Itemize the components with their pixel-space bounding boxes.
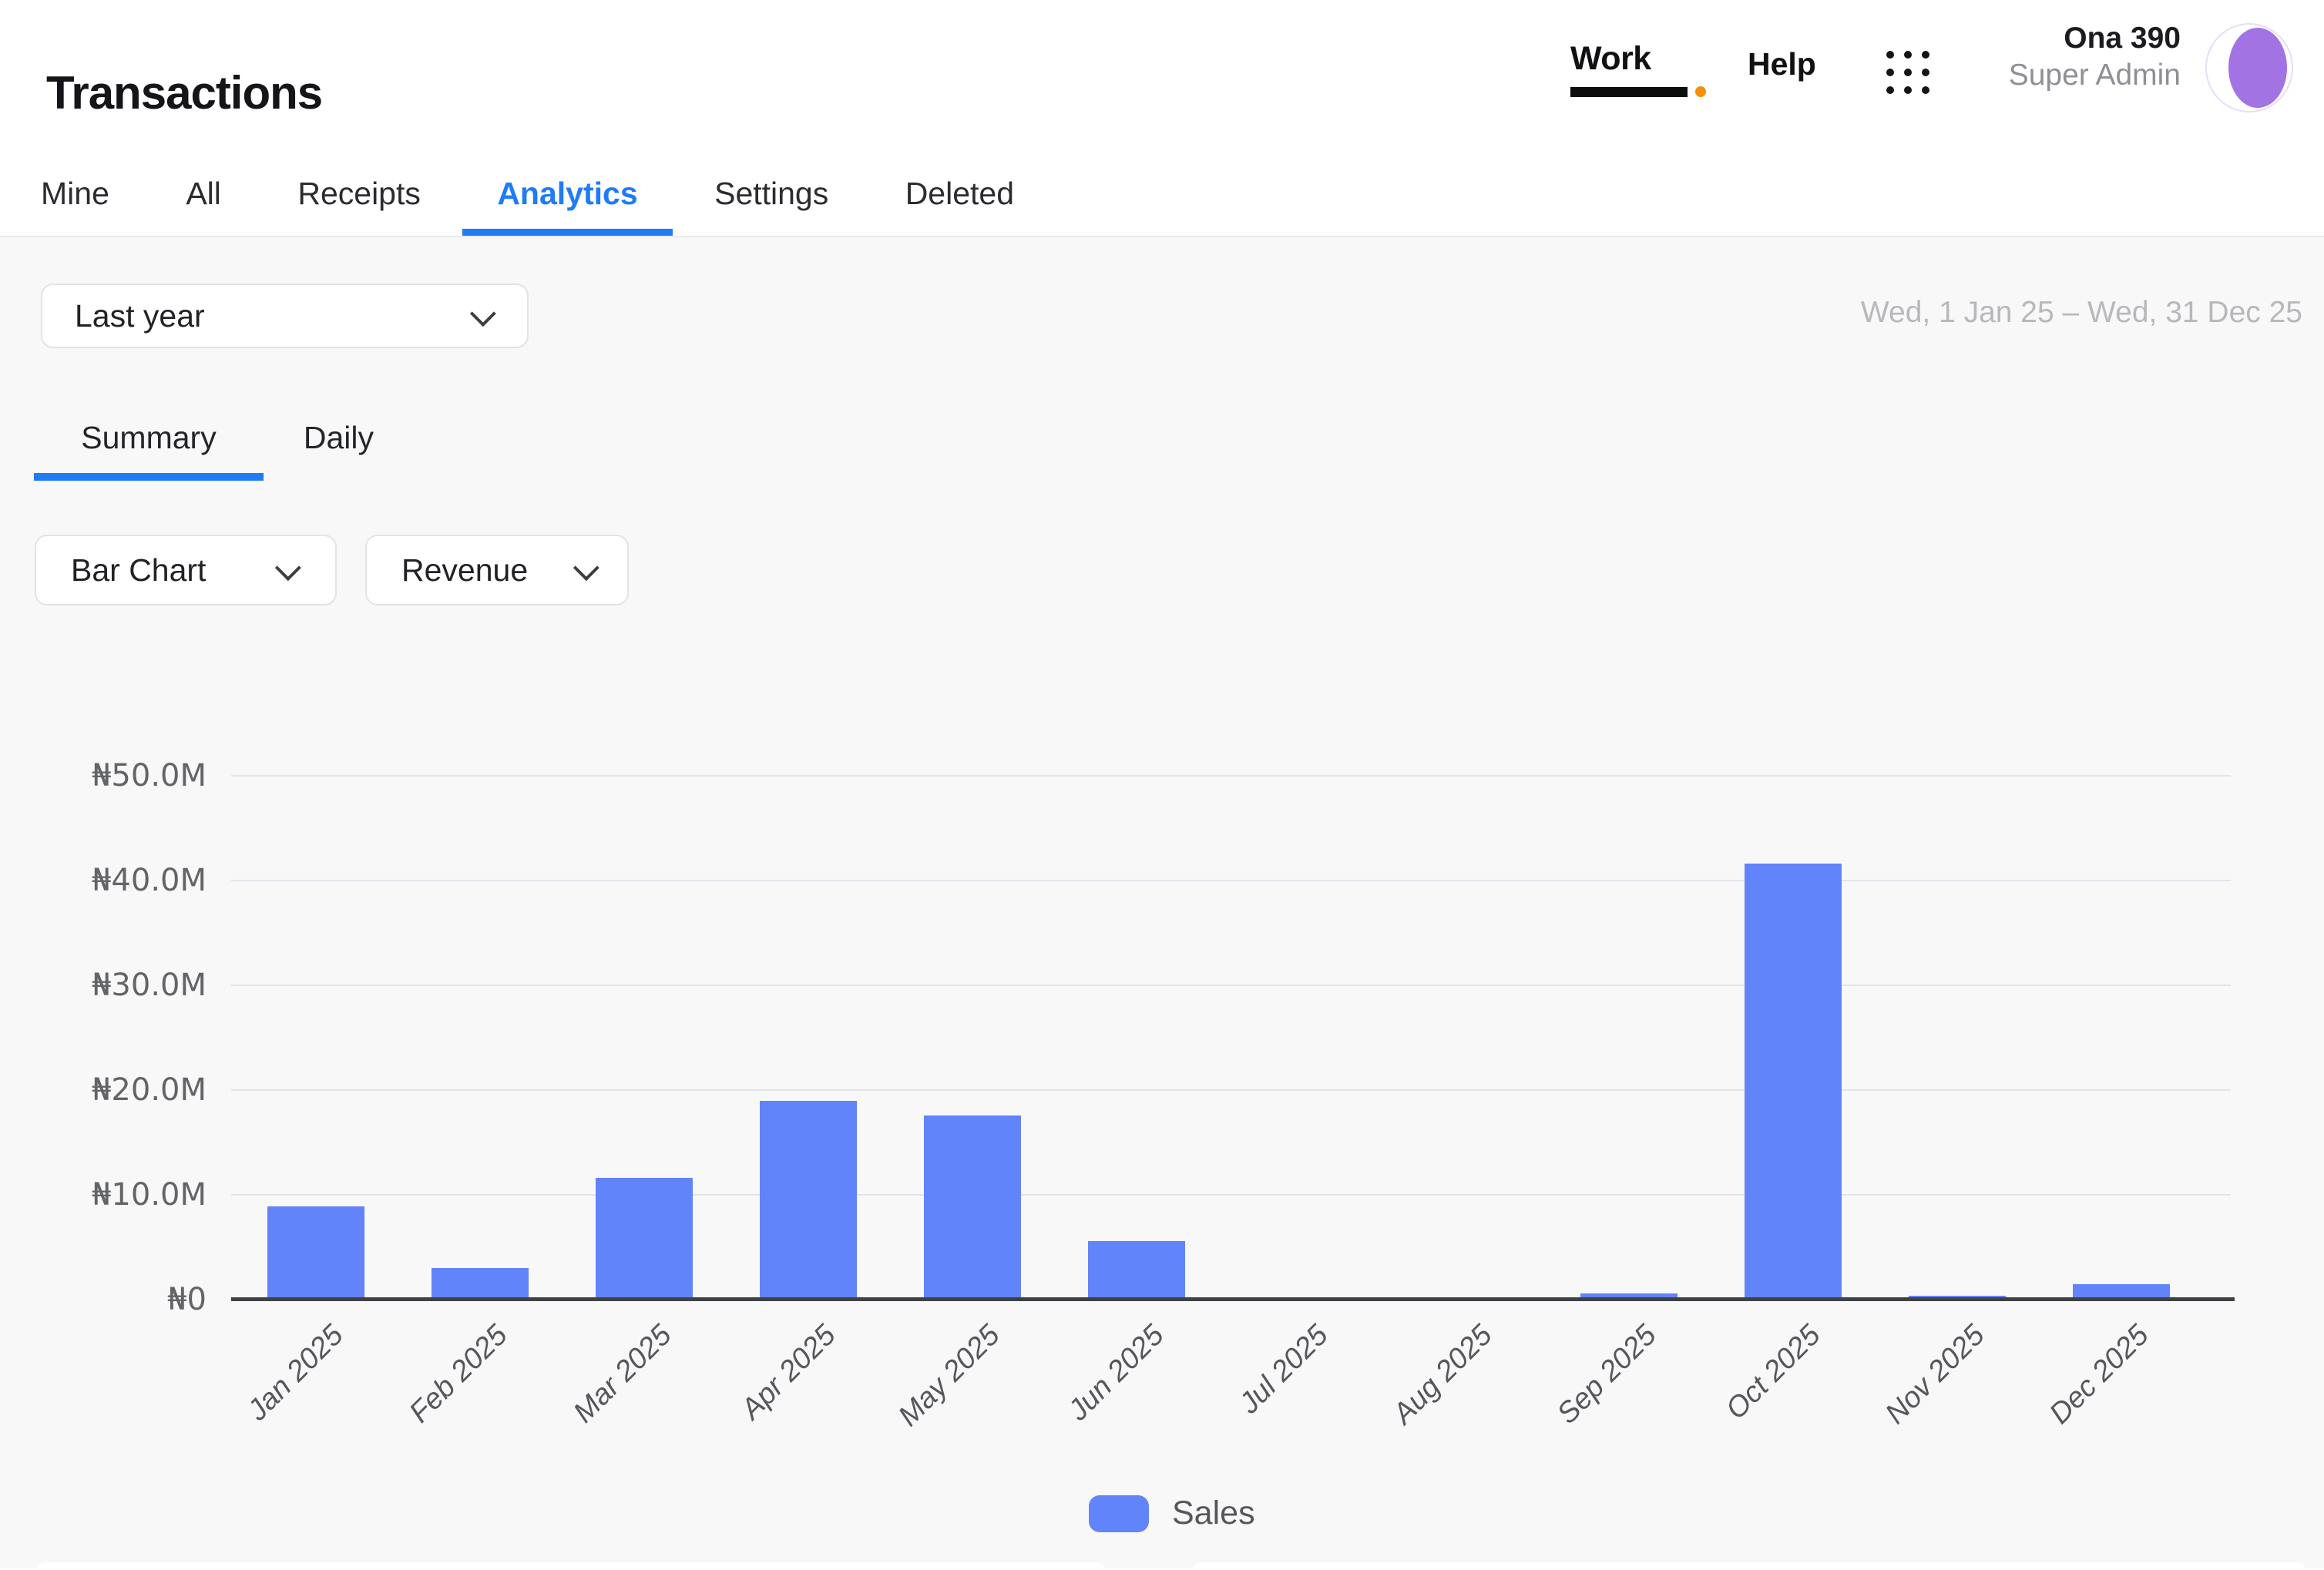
bar-nov-2025[interactable]	[1909, 1296, 2006, 1300]
bar-oct-2025[interactable]	[1745, 864, 1842, 1300]
help-link[interactable]: Help	[1748, 46, 1816, 82]
avatar-blob	[2228, 28, 2287, 108]
bar-feb-2025[interactable]	[432, 1268, 529, 1300]
subtab-bar: Summary Daily	[34, 405, 396, 470]
work-nav[interactable]: Work	[1570, 40, 1688, 97]
metric-select-value: Revenue	[401, 552, 528, 589]
tab-bar: Mine All Receipts Analytics Settings Del…	[6, 151, 1053, 236]
metric-select[interactable]: Revenue	[365, 535, 629, 606]
date-range-select[interactable]: Last year	[41, 283, 529, 348]
user-block[interactable]: Ona 390 Super Admin	[1872, 20, 2181, 94]
work-underline	[1570, 87, 1688, 97]
bar-apr-2025[interactable]	[760, 1101, 857, 1300]
bottom-card	[1193, 1562, 2306, 1570]
tab-mine[interactable]: Mine	[6, 151, 144, 236]
work-label: Work	[1570, 40, 1651, 77]
legend-label: Sales	[1172, 1495, 1255, 1532]
bar-sep-2025[interactable]	[1580, 1293, 1678, 1300]
date-range-text: Wed, 1 Jan 25 – Wed, 31 Dec 25	[1861, 296, 2302, 330]
avatar[interactable]	[2205, 23, 2293, 112]
user-role: Super Admin	[1872, 57, 2181, 94]
chart-type-select[interactable]: Bar Chart	[35, 535, 337, 606]
subtab-daily[interactable]: Daily	[280, 405, 396, 470]
chevron-down-icon	[470, 300, 496, 327]
bottom-card	[37, 1562, 1105, 1570]
page-title: Transactions	[46, 66, 322, 119]
bar-may-2025[interactable]	[924, 1115, 1021, 1300]
chevron-down-icon	[573, 555, 599, 581]
bar-mar-2025[interactable]	[596, 1178, 693, 1300]
tab-receipts[interactable]: Receipts	[263, 151, 455, 236]
chart-legend: Sales	[1089, 1495, 1255, 1532]
bar-jan-2025[interactable]	[267, 1206, 364, 1300]
tab-settings[interactable]: Settings	[680, 151, 863, 236]
subtab-summary[interactable]: Summary	[34, 405, 264, 470]
user-name: Ona 390	[1872, 20, 2181, 57]
orange-dot-icon	[1695, 86, 1706, 97]
tab-deleted[interactable]: Deleted	[871, 151, 1049, 236]
bar-dec-2025[interactable]	[2073, 1284, 2170, 1300]
bar-jul-2025[interactable]	[1252, 1298, 1349, 1300]
tab-analytics[interactable]: Analytics	[462, 151, 672, 236]
content-area: Last year Wed, 1 Jan 25 – Wed, 31 Dec 25…	[0, 237, 2324, 1568]
tab-all[interactable]: All	[151, 151, 256, 236]
transactions-page: { "header": { "title": "Transactions", "…	[0, 0, 2324, 1568]
date-range-select-value: Last year	[75, 298, 205, 334]
bar-jun-2025[interactable]	[1088, 1241, 1185, 1300]
legend-swatch	[1089, 1495, 1149, 1532]
chart-type-select-value: Bar Chart	[71, 552, 206, 589]
chevron-down-icon	[275, 555, 301, 581]
